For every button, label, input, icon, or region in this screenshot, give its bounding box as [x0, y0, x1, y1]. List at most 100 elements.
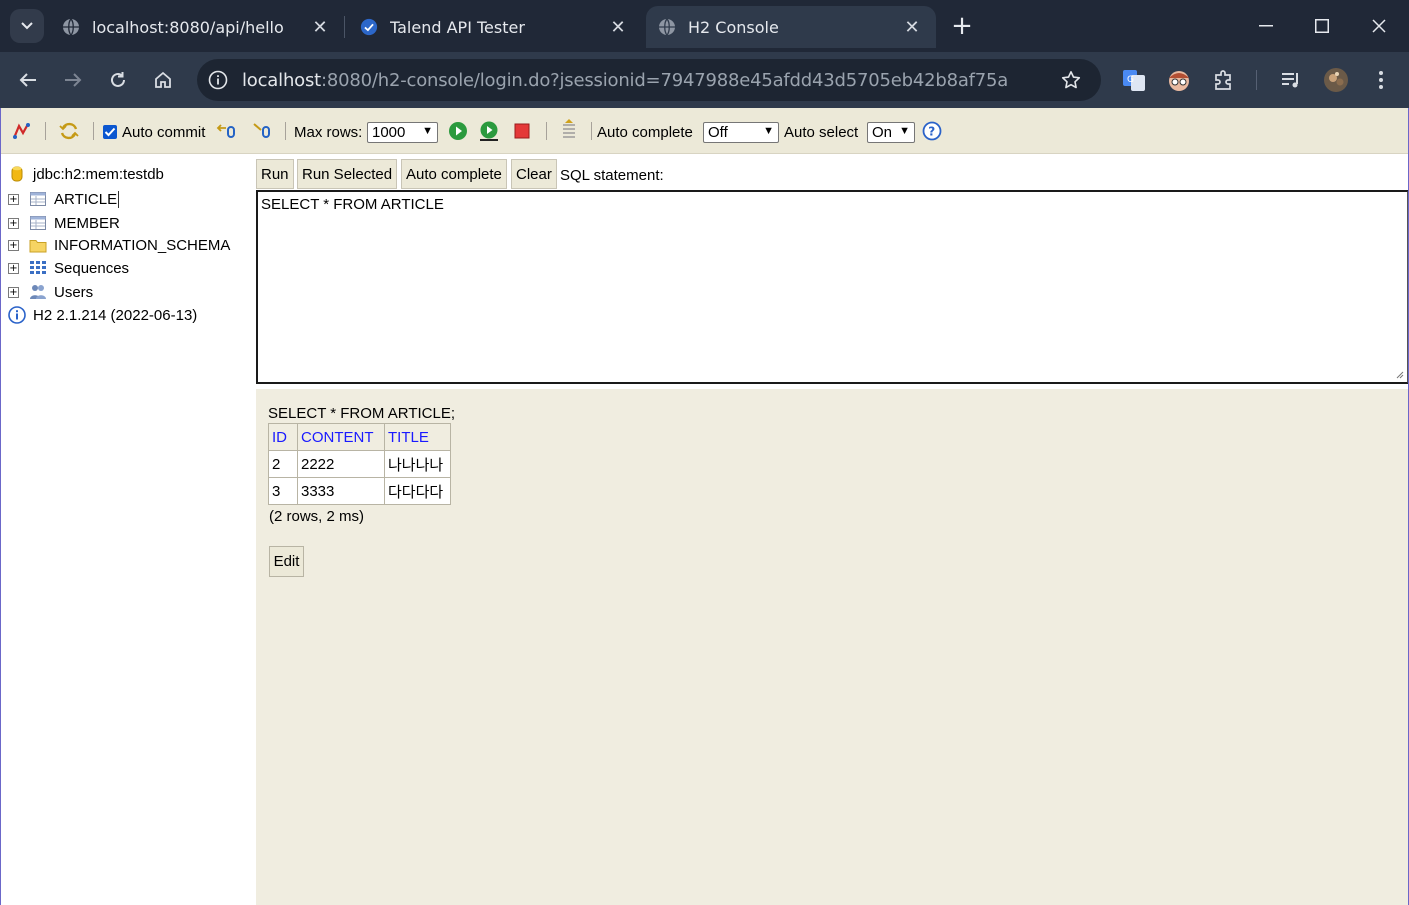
- close-window-button[interactable]: [1359, 10, 1399, 42]
- column-header[interactable]: CONTENT: [297, 423, 385, 451]
- close-icon: [1372, 19, 1386, 33]
- auto-complete-button[interactable]: Auto complete: [401, 159, 507, 189]
- table-cell: 2: [268, 450, 298, 478]
- history-icon[interactable]: [558, 119, 580, 142]
- close-tab-icon[interactable]: ✕: [608, 17, 628, 38]
- table-cell: 다다다다: [384, 477, 451, 505]
- expand-icon[interactable]: +: [8, 239, 19, 251]
- auto-complete-value: Off: [708, 124, 728, 141]
- row-count-summary: (2 rows, 2 ms): [269, 508, 365, 525]
- profile-avatar[interactable]: [1322, 66, 1350, 94]
- table-icon: [29, 191, 47, 207]
- tab-api-hello[interactable]: localhost:8080/api/hello ✕: [58, 6, 340, 48]
- database-icon: [10, 166, 24, 182]
- resize-grip-icon[interactable]: [1394, 369, 1404, 379]
- expand-icon[interactable]: +: [8, 262, 19, 274]
- version-label: H2 2.1.214 (2022-06-13): [33, 306, 198, 324]
- sql-statement-label: SQL statement:: [560, 167, 664, 184]
- result-table: ID CONTENT TITLE 2 2222 나나나나 3 3333 다다다다: [268, 423, 451, 505]
- tab-h2-console[interactable]: H2 Console ✕: [646, 6, 936, 48]
- refresh-icon[interactable]: [58, 120, 80, 142]
- close-tab-icon[interactable]: ✕: [902, 17, 922, 38]
- tab-title: localhost:8080/api/hello: [92, 17, 284, 37]
- max-rows-select[interactable]: 1000 ▼: [367, 122, 438, 143]
- auto-commit-label: Auto commit: [122, 124, 206, 141]
- site-info-icon[interactable]: [206, 68, 230, 92]
- minimize-button[interactable]: [1246, 10, 1286, 42]
- version-node: H2 2.1.214 (2022-06-13): [8, 304, 197, 326]
- tree-item-article[interactable]: + ARTICLE: [8, 188, 120, 210]
- expand-icon[interactable]: +: [8, 286, 19, 298]
- tab-search-button[interactable]: [10, 9, 44, 43]
- users-icon: [29, 284, 47, 300]
- sql-editor[interactable]: SELECT * FROM ARTICLE: [256, 190, 1409, 384]
- spy-extension-icon[interactable]: [1165, 66, 1193, 94]
- run-selected-icon[interactable]: [478, 120, 500, 142]
- close-tab-icon[interactable]: ✕: [310, 17, 330, 38]
- table-cell: 2222: [297, 450, 385, 478]
- reload-icon: [111, 72, 125, 87]
- stop-icon[interactable]: [511, 120, 533, 142]
- browser-toolbar: localhost:8080/h2-console/login.do?jsess…: [0, 52, 1409, 108]
- media-control-icon[interactable]: [1277, 66, 1305, 94]
- table-cell: 3333: [297, 477, 385, 505]
- address-bar[interactable]: localhost:8080/h2-console/login.do?jsess…: [197, 59, 1101, 101]
- translate-extension-icon[interactable]: G: [1120, 66, 1148, 94]
- edit-button[interactable]: Edit: [269, 546, 304, 577]
- tree-item-information-schema[interactable]: + INFORMATION_SCHEMA: [8, 234, 230, 256]
- connection-node[interactable]: jdbc:h2:mem:testdb: [10, 163, 164, 185]
- expand-icon[interactable]: +: [8, 217, 19, 229]
- run-icon[interactable]: [447, 120, 469, 142]
- clear-button[interactable]: Clear: [511, 159, 557, 189]
- folder-icon: [29, 237, 47, 253]
- run-button[interactable]: Run: [256, 159, 294, 189]
- home-icon: [155, 71, 171, 88]
- reload-button[interactable]: [102, 64, 134, 96]
- column-header[interactable]: TITLE: [384, 423, 451, 451]
- extensions-puzzle-icon[interactable]: [1210, 66, 1238, 94]
- tree-item-label: Sequences: [54, 259, 130, 277]
- new-tab-button[interactable]: +: [946, 10, 978, 42]
- auto-select-select[interactable]: On ▼: [867, 122, 915, 143]
- info-icon: [8, 306, 26, 324]
- run-selected-button[interactable]: Run Selected: [297, 159, 398, 189]
- browser-menu-icon[interactable]: [1367, 66, 1395, 94]
- commit-icon[interactable]: [251, 120, 273, 142]
- disconnect-icon[interactable]: [11, 120, 33, 142]
- auto-complete-label: Auto complete: [597, 124, 693, 141]
- table-row: 3 3333 다다다다: [268, 477, 451, 505]
- url-path: :8080/h2-console/login.do?jsessionid=794…: [321, 69, 1009, 91]
- rollback-icon[interactable]: [215, 120, 237, 142]
- sql-text: SELECT * FROM ARTICLE: [261, 196, 444, 213]
- url-text: localhost:8080/h2-console/login.do?jsess…: [242, 70, 1008, 91]
- tab-talend[interactable]: Talend API Tester ✕: [356, 6, 638, 48]
- svg-text:?: ?: [928, 125, 935, 139]
- tree-item-sequences[interactable]: + Sequences: [8, 257, 129, 279]
- chevron-down-icon: ▼: [899, 125, 910, 137]
- auto-select-label: Auto select: [784, 124, 859, 141]
- column-header[interactable]: ID: [268, 423, 298, 451]
- toolbar-separator: [591, 122, 592, 140]
- tree-item-member[interactable]: + MEMBER: [8, 212, 120, 234]
- connection-url: jdbc:h2:mem:testdb: [33, 165, 164, 183]
- auto-select-value: On: [872, 124, 893, 141]
- chevron-down-icon: [21, 22, 33, 30]
- result-panel: SELECT * FROM ARTICLE; ID CONTENT TITLE …: [256, 389, 1409, 905]
- sequences-icon: [29, 260, 47, 276]
- tab-divider: [344, 16, 345, 38]
- back-button[interactable]: [12, 64, 44, 96]
- executed-statement: SELECT * FROM ARTICLE;: [268, 405, 455, 422]
- tree-item-users[interactable]: + Users: [8, 281, 93, 303]
- help-icon[interactable]: ?: [921, 120, 943, 142]
- table-icon: [29, 215, 47, 231]
- tree-item-label: Users: [54, 283, 94, 301]
- home-button[interactable]: [147, 64, 179, 96]
- forward-button[interactable]: [57, 64, 89, 96]
- auto-commit-checkbox[interactable]: [103, 125, 117, 139]
- bookmark-star-icon[interactable]: [1059, 68, 1083, 92]
- expand-icon[interactable]: +: [8, 193, 19, 205]
- maximize-button[interactable]: [1302, 10, 1342, 42]
- globe-icon: [62, 18, 80, 36]
- schema-tree: jdbc:h2:mem:testdb + ARTICLE + MEMBER + …: [0, 154, 256, 905]
- auto-complete-select[interactable]: Off ▼: [703, 122, 779, 143]
